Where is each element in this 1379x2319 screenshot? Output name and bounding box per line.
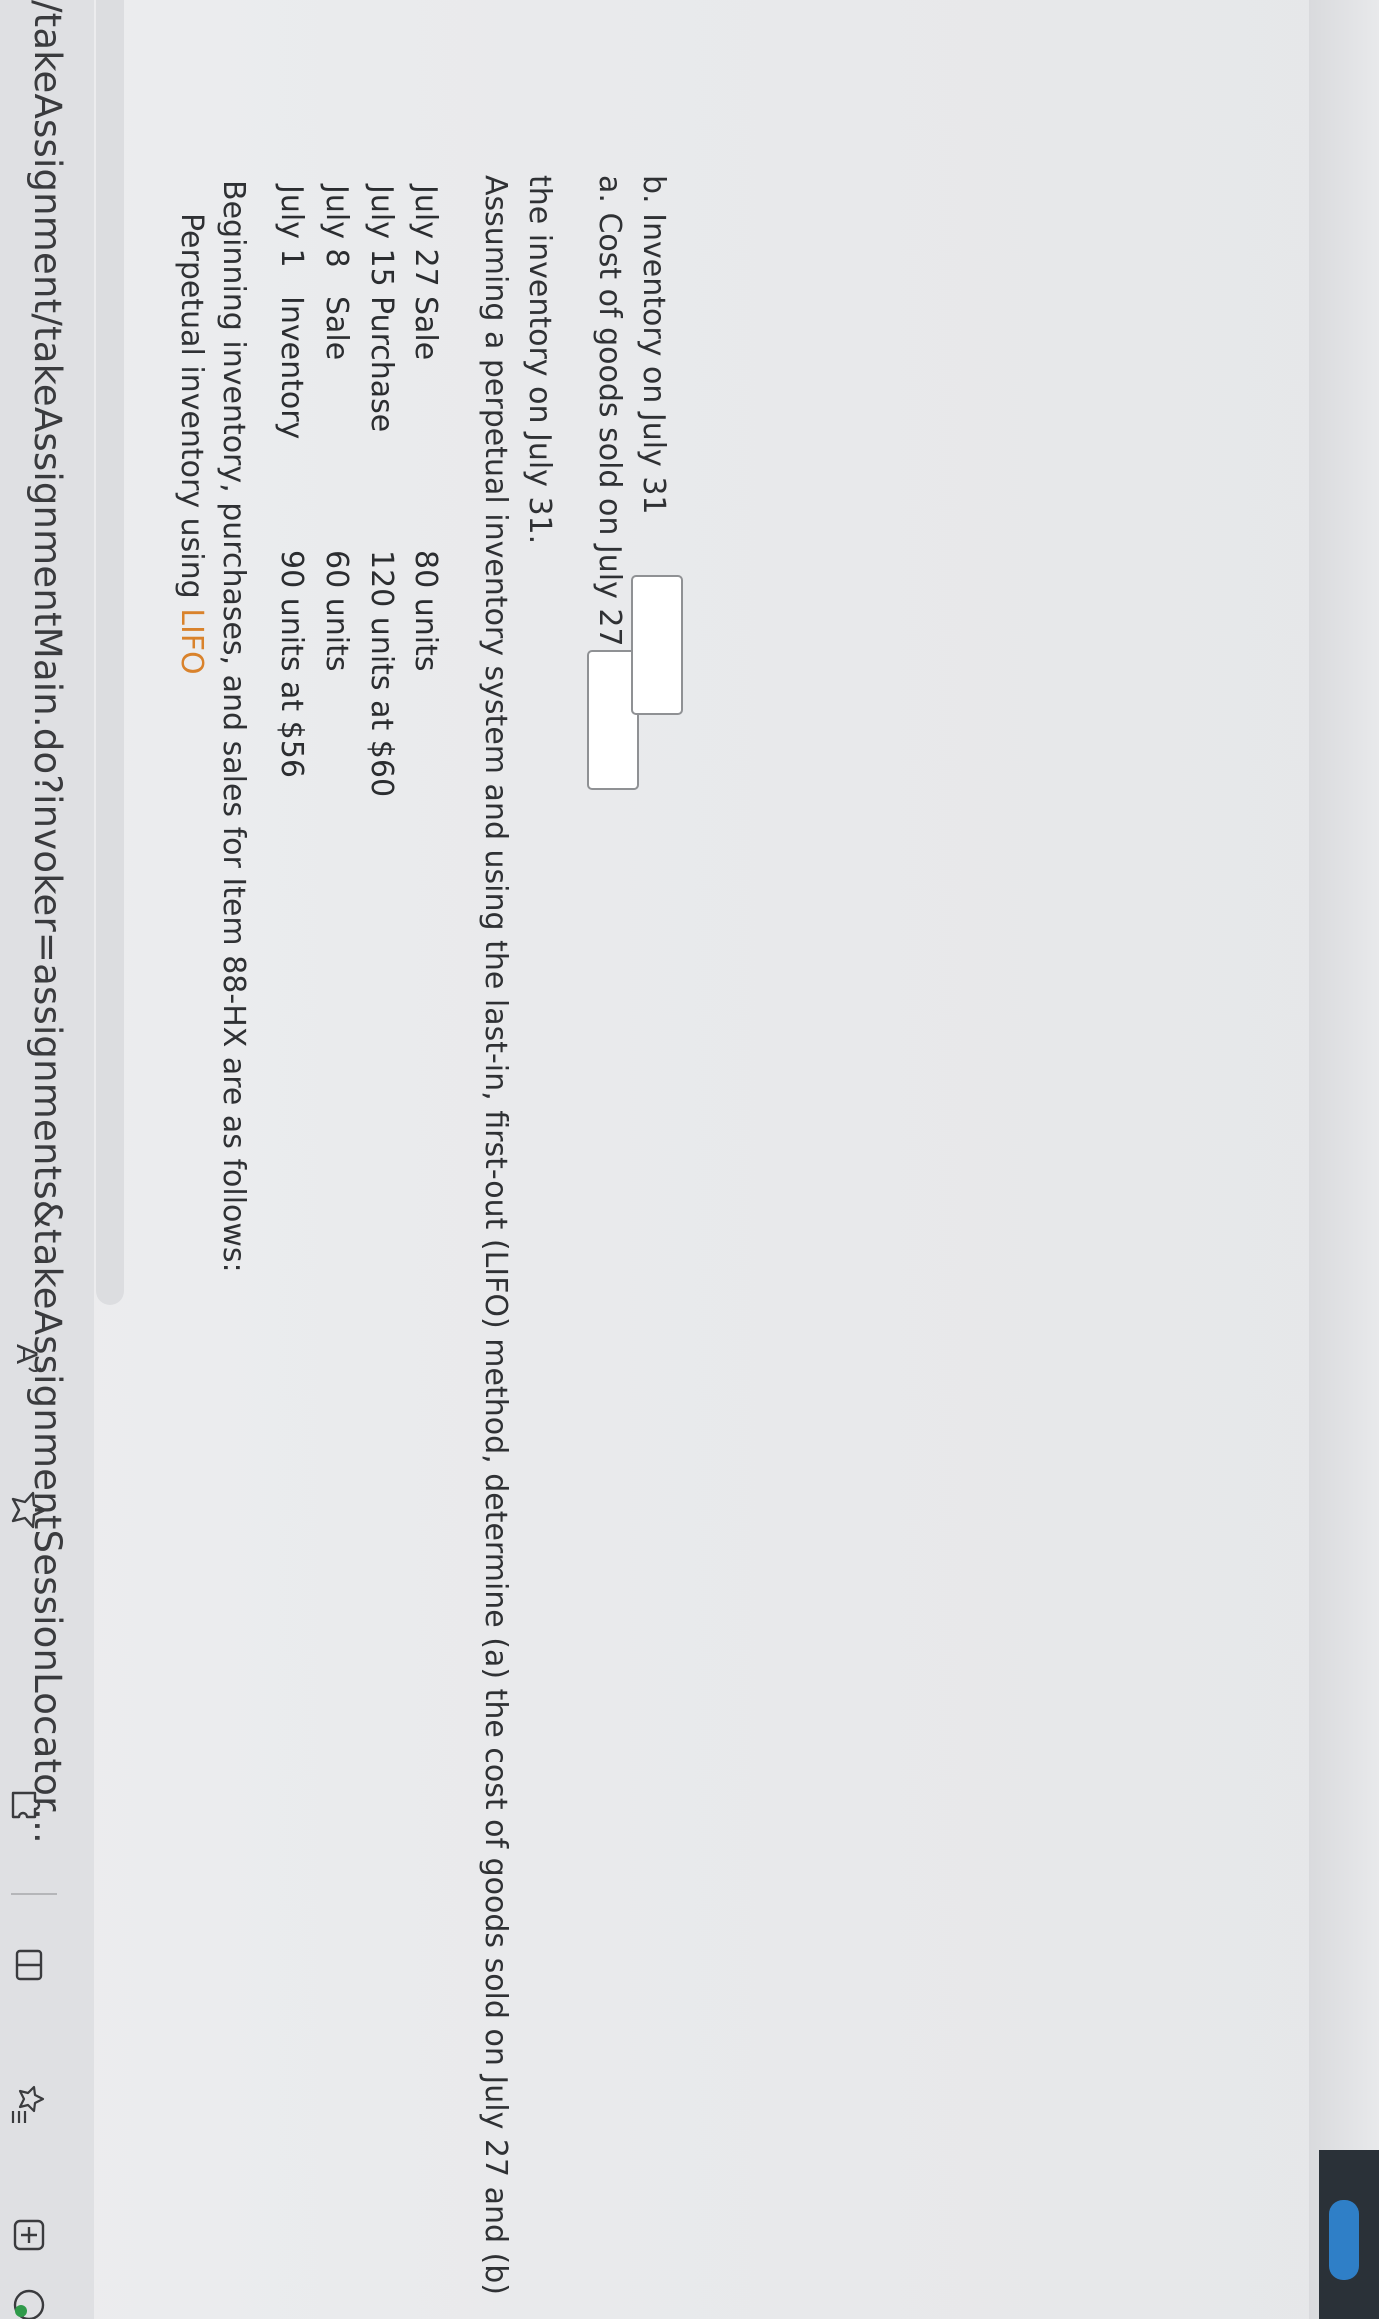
part-b-answer-input[interactable] <box>631 575 683 715</box>
transaction-date: July 15 <box>364 185 399 287</box>
transaction-date: July 1 <box>274 185 309 268</box>
split-screen-icon[interactable] <box>9 1945 49 1985</box>
transaction-amount: 80 units <box>408 550 443 672</box>
transaction-type: Inventory <box>274 296 309 440</box>
part-b-label: b. Inventory on July 31 <box>636 175 671 515</box>
tab-strip-shade <box>96 0 124 1305</box>
rotated-page: /takeAssignment/takeAssignmentMain.do?in… <box>0 0 1379 2319</box>
address-url[interactable]: /takeAssignment/takeAssignmentMain.do?in… <box>26 0 69 1844</box>
svg-text:A: A <box>10 1344 43 1364</box>
profile-icon[interactable] <box>9 2285 49 2319</box>
favorites-list-icon[interactable] <box>9 2085 49 2125</box>
problem-title: Perpetual inventory using LIFO <box>174 213 209 675</box>
transaction-date: July 27 <box>408 185 443 287</box>
problem-title-method-link[interactable]: LIFO <box>174 608 209 674</box>
favorite-star-icon[interactable] <box>9 1490 49 1530</box>
part-a-label: a. Cost of goods sold on July 27 <box>592 175 627 647</box>
question-text-continued: the inventory on July 31. <box>522 175 557 545</box>
transaction-type: Sale <box>319 296 354 361</box>
problem-intro: Beginning inventory, purchases, and sale… <box>216 180 251 1273</box>
taskbar-app-pill[interactable] <box>1329 2200 1359 2280</box>
extensions-puzzle-icon[interactable] <box>9 1785 49 1825</box>
toolbar-divider <box>11 1893 57 1895</box>
question-text: Assuming a perpetual inventory system an… <box>478 175 513 2295</box>
transaction-amount: 60 units <box>319 550 354 672</box>
transaction-type: Purchase <box>364 296 399 433</box>
collections-icon[interactable] <box>9 2215 49 2255</box>
problem-title-text: Perpetual inventory using <box>174 213 209 609</box>
read-aloud-icon[interactable]: A <box>9 1340 49 1380</box>
transaction-amount: 90 units at $56 <box>274 550 309 778</box>
screen: /takeAssignment/takeAssignmentMain.do?in… <box>0 0 1379 2319</box>
taskbar-strip <box>1309 0 1379 2319</box>
transaction-amount: 120 units at $60 <box>364 550 399 798</box>
transaction-type: Sale <box>408 296 443 361</box>
transaction-date: July 8 <box>319 185 354 268</box>
